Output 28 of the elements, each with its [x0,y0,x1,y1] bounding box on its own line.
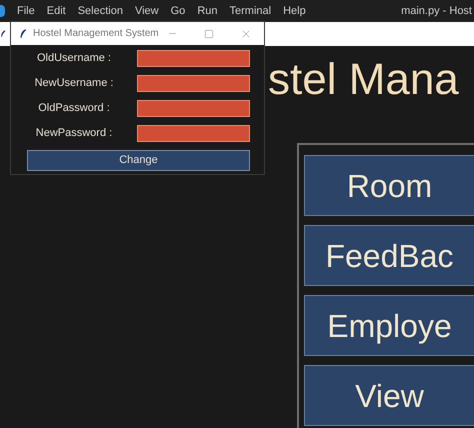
dialog-title: Hostel Management System [33,27,159,41]
window-title: main.py - Host [401,4,473,19]
menu-item[interactable]: View [134,2,159,20]
menu-item[interactable]: Run [197,2,218,20]
app-heading: stel Mana [268,54,460,106]
input-field[interactable] [137,75,250,92]
menu-item[interactable]: Help [283,2,306,20]
app-logo-icon [0,5,5,17]
menu-item[interactable]: Selection [78,2,123,20]
menu-item[interactable]: File [17,2,35,20]
feather-icon [0,28,6,40]
feather-icon [19,28,27,40]
menu-button[interactable]: Employe [304,295,474,356]
menu-button[interactable]: FeedBac [304,225,474,286]
menu-button[interactable]: View [304,365,474,426]
field-label: NewUsername : [34,76,114,92]
menu-item[interactable]: Go [170,2,186,20]
maximize-icon[interactable] [204,28,214,38]
input-field[interactable] [137,125,250,142]
change-button[interactable]: Change [27,150,250,171]
field-label: NewPassword : [36,126,112,142]
menu-button[interactable]: Room [304,155,474,216]
input-field[interactable] [137,100,250,117]
field-label: OldUsername : [37,51,111,66]
input-field[interactable] [137,50,250,67]
field-label: OldPassword : [38,101,110,116]
menu-item[interactable]: Edit [46,2,66,20]
menu-item[interactable]: Terminal [230,2,272,20]
